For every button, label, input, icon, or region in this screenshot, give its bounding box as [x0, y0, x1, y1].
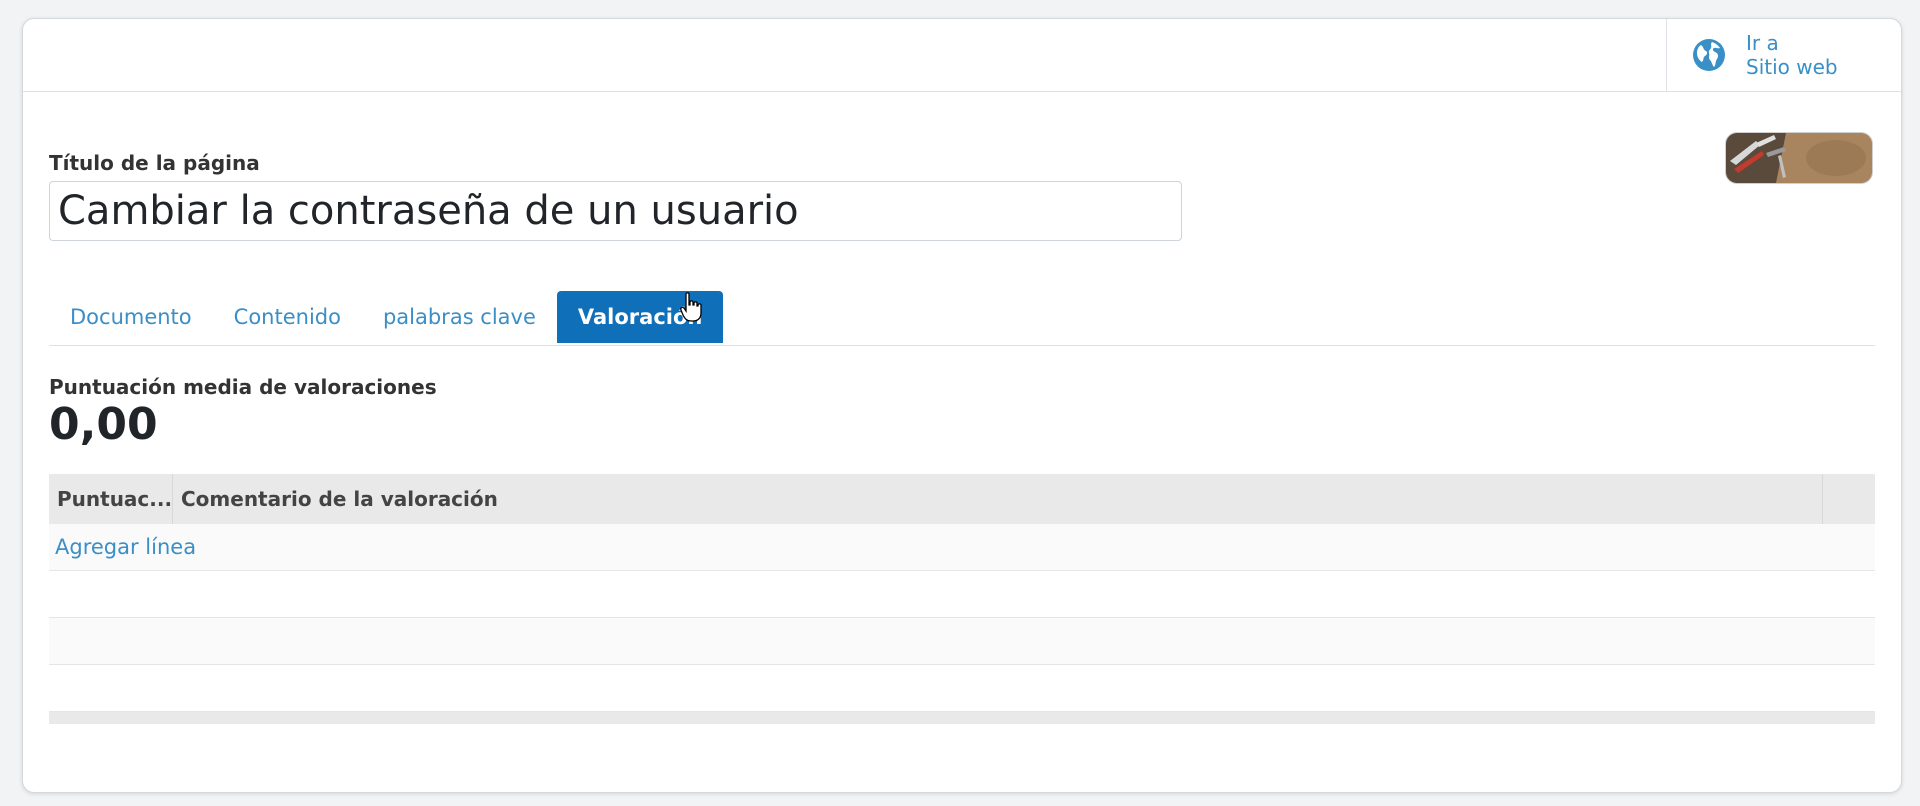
page-title-input[interactable]: [49, 181, 1182, 241]
ratings-table: Puntuac... Comentario de la valoración A…: [49, 474, 1875, 724]
table-header: Puntuac... Comentario de la valoración: [49, 474, 1875, 524]
tab-palabras-clave[interactable]: palabras clave: [362, 291, 557, 343]
table-row: Agregar línea: [49, 524, 1875, 571]
globe-icon: [1693, 39, 1725, 71]
average-rating-label: Puntuación media de valoraciones: [49, 375, 437, 399]
column-header-actions: [1823, 474, 1875, 524]
hand-cursor-icon: [680, 292, 702, 322]
page-title-label: Título de la página: [49, 151, 260, 175]
form-sheet: Ir a Sitio web Título de la página Docum…: [22, 18, 1902, 793]
go-to-website-button[interactable]: Ir a Sitio web: [1666, 19, 1901, 91]
button-box: Ir a Sitio web: [23, 19, 1901, 92]
table-row: [49, 571, 1875, 618]
average-rating-value: 0,00: [49, 399, 158, 450]
column-header-comment[interactable]: Comentario de la valoración: [173, 474, 1823, 524]
tab-contenido[interactable]: Contenido: [213, 291, 362, 343]
add-line-link[interactable]: Agregar línea: [49, 535, 196, 559]
page-image[interactable]: [1725, 132, 1873, 184]
column-header-score[interactable]: Puntuac...: [49, 474, 173, 524]
tab-documento[interactable]: Documento: [49, 291, 213, 343]
go-to-website-line2: Sitio web: [1746, 55, 1838, 79]
tools-image: [1726, 133, 1872, 183]
go-to-website-label: Ir a Sitio web: [1746, 31, 1838, 79]
table-row: [49, 665, 1875, 712]
table-row: [49, 618, 1875, 665]
table-footer: [49, 712, 1875, 724]
notebook-tabs: Documento Contenido palabras clave Valor…: [49, 271, 1875, 346]
go-to-website-line1: Ir a: [1746, 31, 1779, 55]
